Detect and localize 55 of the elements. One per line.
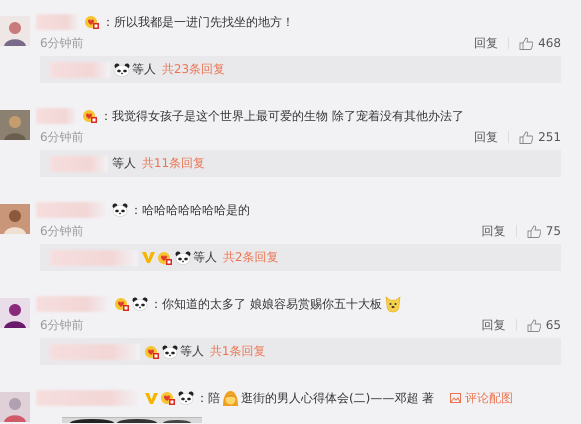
like-count: 65 — [546, 318, 561, 332]
blurred-username — [36, 14, 80, 30]
like-count: 75 — [546, 224, 561, 238]
reply-link[interactable]: 回复 — [474, 34, 498, 52]
reply-thread-bar[interactable]: 等人 共1条回复 — [40, 338, 561, 365]
replier-suffix: 等人 — [180, 343, 204, 360]
timestamp: 6分钟前 — [40, 128, 84, 146]
comment-text: ：我觉得女孩子是这个世界上最可爱的生物 除了宠着没有其他办法了 — [100, 108, 464, 124]
thumbs-up-icon[interactable] — [519, 36, 534, 50]
dog-emoji-icon — [384, 295, 402, 313]
like-count: 251 — [538, 130, 561, 144]
comment-text: ：你知道的太多了 娘娘容易赏赐你五十大板 — [150, 296, 382, 312]
crown-badge-icon — [82, 108, 98, 124]
comment-text: ：哈哈哈哈哈哈哈是的 — [130, 202, 250, 218]
panda-icon — [175, 250, 191, 264]
reply-link[interactable]: 回复 — [482, 222, 506, 240]
panda-icon — [114, 62, 130, 76]
thumbs-up-icon[interactable] — [519, 130, 534, 144]
blurred-username — [36, 202, 108, 218]
like-count: 468 — [538, 36, 561, 50]
crown-badge-icon — [84, 14, 100, 30]
comment-text: 逛街的男人心得体会(二)——邓超 著 — [241, 390, 434, 406]
comment-text: ：所以我都是一进门先找坐的地方！ — [102, 14, 294, 30]
panda-icon — [112, 203, 128, 217]
avatar[interactable] — [0, 298, 30, 328]
blurred-username — [36, 108, 78, 124]
timestamp: 6分钟前 — [40, 316, 84, 334]
avatar[interactable] — [0, 16, 30, 46]
reply-thread-bar[interactable]: 等人 共23条回复 — [40, 56, 561, 83]
comment-text: ：陪 — [196, 390, 220, 406]
crown-badge-icon — [160, 390, 176, 406]
crown-badge-icon — [157, 250, 173, 266]
thumbs-up-icon[interactable] — [526, 224, 541, 238]
panda-icon — [178, 391, 194, 405]
vip-icon — [142, 251, 155, 264]
replier-suffix: 等人 — [132, 61, 156, 78]
timestamp: 6分钟前 — [40, 222, 84, 240]
blurred-username — [50, 62, 110, 78]
reply-thread-bar[interactable]: 等人 共11条回复 — [40, 150, 561, 177]
avatar[interactable] — [0, 204, 30, 234]
timestamp: 6分钟前 — [40, 34, 84, 52]
reply-link[interactable]: 回复 — [482, 316, 506, 334]
image-icon — [450, 393, 462, 403]
blurred-username — [50, 156, 108, 172]
girl-emoji-icon — [222, 390, 239, 406]
reply-link[interactable]: 回复 — [474, 128, 498, 146]
vip-icon — [145, 392, 158, 404]
thumbs-up-icon[interactable] — [526, 318, 541, 332]
reply-thread-bar[interactable]: 等人 共2条回复 — [40, 244, 561, 271]
replier-suffix: 等人 — [193, 249, 217, 266]
crown-badge-icon — [144, 344, 160, 360]
panda-icon — [132, 297, 148, 311]
crown-badge-icon — [114, 296, 130, 312]
panda-icon — [162, 344, 178, 358]
replier-suffix: 等人 — [112, 155, 136, 172]
